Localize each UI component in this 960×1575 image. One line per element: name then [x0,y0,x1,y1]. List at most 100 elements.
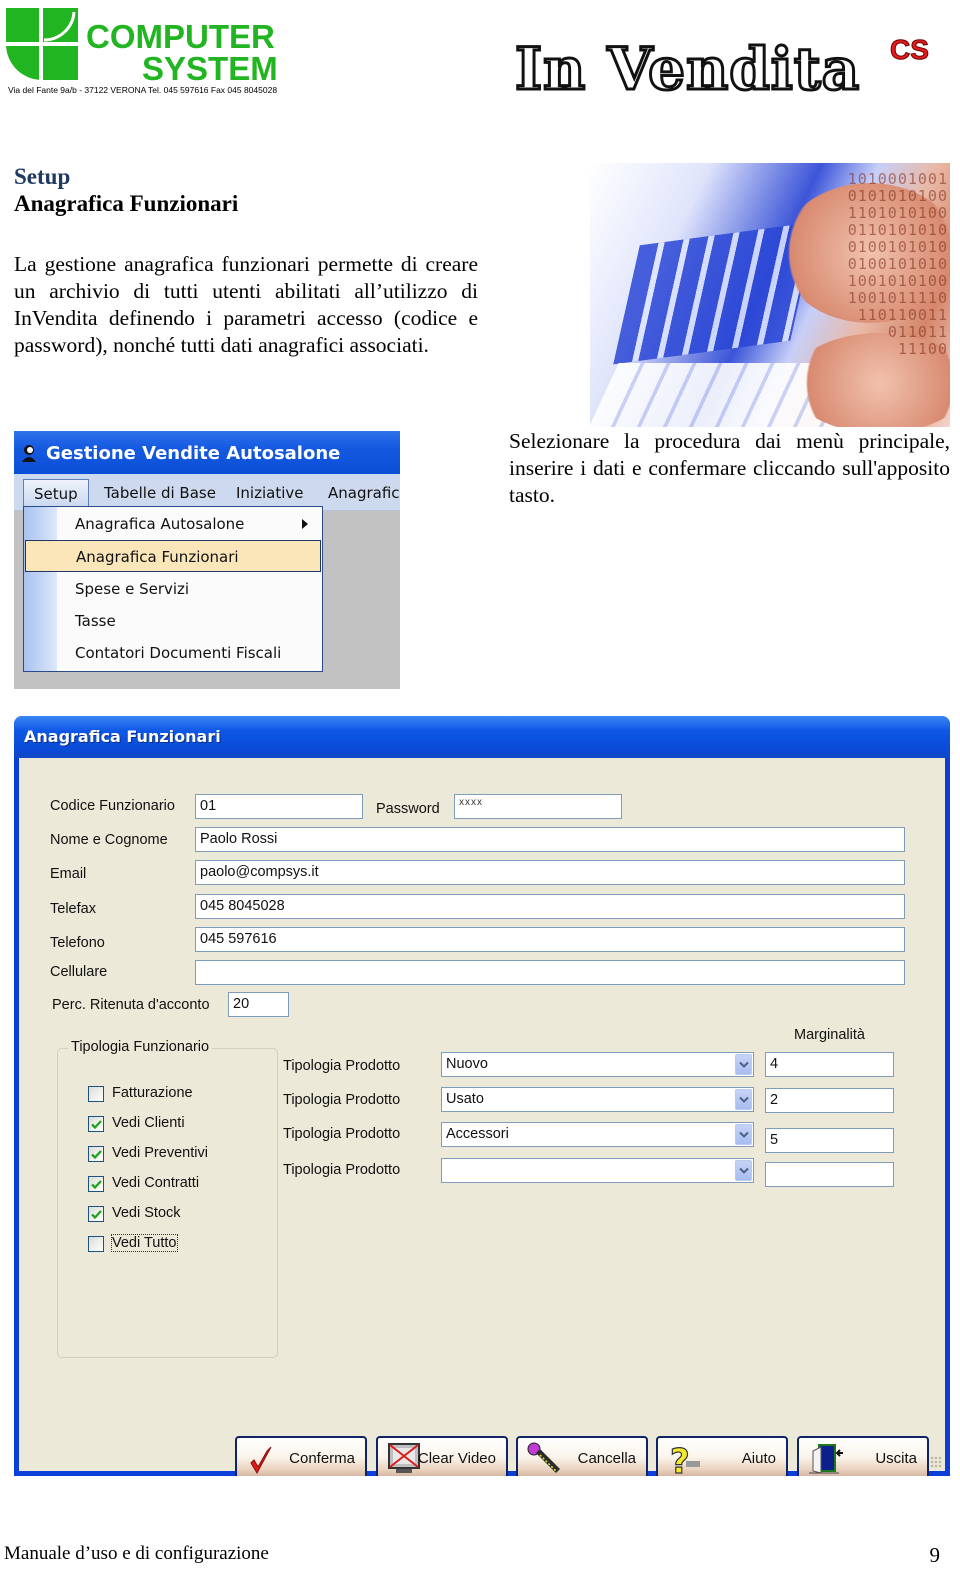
conferma-button[interactable]: Conferma [235,1436,367,1476]
tipologia-prodotto-label: Tipologia Prodotto [283,1058,401,1074]
menu-item-contatori-documenti-fiscali[interactable]: Contatori Documenti Fiscali [24,637,322,669]
menu-item-tasse[interactable]: Tasse [24,605,322,637]
help-icon: ? [669,1441,700,1476]
group-title: Tipologia Funzionario [68,1039,213,1055]
password-label: Password [376,801,440,817]
nome-input[interactable]: Paolo Rossi [195,827,905,852]
company-logo-mark-icon [6,8,78,80]
cancella-button[interactable]: Cancella [516,1436,648,1476]
page-title: Anagrafica Funzionari [14,191,239,216]
tipologia-prodotto-select[interactable]: Usato [441,1087,754,1112]
dialog-title: Anagrafica Funzionari [24,727,221,746]
tipologia-prodotto-select[interactable]: Accessori [441,1122,754,1147]
email-label: Email [50,866,87,882]
computer-system-logo: COMPUTER SYSTEM Via del Fante 9a/b - 371… [4,6,309,98]
nome-label: Nome e Cognome [50,832,168,848]
checkbox[interactable] [88,1206,104,1222]
company-address: Via del Fante 9a/b - 37122 VERONA Tel. 0… [8,85,278,95]
anagrafica-funzionari-dialog: Anagrafica Funzionari Codice Funzionario… [14,716,950,1476]
page-number: 9 [929,1543,941,1567]
setup-dropdown-menu: Anagrafica Autosalone Anagrafica Funzion… [23,506,323,672]
dropdown-button[interactable] [735,1089,752,1110]
menu-anagrafica[interactable]: Anagrafica [318,479,400,509]
checkmark-icon [91,1180,102,1190]
company-name-line2: SYSTEM [142,50,278,87]
ritenuta-input[interactable]: 20 [228,992,289,1017]
product-name: In Vendita [513,34,861,105]
uscita-button[interactable]: Uscita [797,1436,929,1476]
footer-title: Manuale d’uso e di configurazione [4,1543,269,1564]
checkbox[interactable] [88,1086,104,1102]
app-title: Gestione Vendite Autosalone [46,443,341,464]
button-label: Aiuto [741,1450,776,1467]
chevron-down-icon [739,1167,749,1174]
resize-grip[interactable] [930,1456,942,1468]
checkmark-icon [91,1120,102,1130]
marginalita-input[interactable]: 5 [765,1128,894,1153]
tipologia-prodotto-select[interactable] [441,1158,754,1183]
svg-text:?: ? [670,1442,690,1476]
checkbox[interactable] [88,1176,104,1192]
cellulare-input[interactable] [195,960,905,985]
menu-item-anagrafica-funzionari[interactable]: Anagrafica Funzionari [25,540,321,572]
select-value: Nuovo [446,1056,488,1072]
tipologia-prodotto-label: Tipologia Prodotto [283,1162,401,1178]
checkmark-icon [250,1446,272,1475]
select-value: Accessori [446,1126,509,1142]
button-label: Clear Video [417,1450,496,1467]
marginalita-input[interactable]: 4 [765,1052,894,1077]
dialog-titlebar: Anagrafica Funzionari [14,716,950,758]
product-superscript: CS [890,34,930,66]
checkbox[interactable] [88,1116,104,1132]
eraser-icon [527,1442,560,1473]
email-input[interactable]: paolo@compsys.it [195,860,905,885]
clear-screen-icon [388,1443,420,1473]
checkmark-icon [91,1210,102,1220]
chevron-down-icon [739,1061,749,1068]
exit-door-icon [809,1444,843,1474]
checkbox-label: Vedi Stock [112,1205,181,1221]
dropdown-button[interactable] [735,1054,752,1075]
telefax-label: Telefax [50,901,96,917]
marginalita-input[interactable] [765,1162,894,1187]
dropdown-button[interactable] [735,1160,752,1181]
app-user-icon [22,445,36,462]
dialog-body: Codice Funzionario 01 Password xxxx Nome… [19,758,945,1476]
menu-setup[interactable]: Setup [23,479,89,509]
button-label: Uscita [875,1450,917,1467]
app-titlebar: Gestione Vendite Autosalone [14,431,400,474]
button-label: Cancella [577,1450,636,1467]
codice-input[interactable]: 01 [195,794,363,819]
checkbox[interactable] [88,1236,104,1252]
checkbox-label: Fatturazione [112,1085,193,1101]
menu-tabelle-di-base[interactable]: Tabelle di Base [94,479,226,509]
checkbox-label: Vedi Clienti [112,1115,185,1131]
dropdown-button[interactable] [735,1124,752,1145]
telefax-input[interactable]: 045 8045028 [195,894,905,919]
instructions-paragraph: Selezionare la procedura dai menù princi… [509,429,950,507]
section-heading: Setup [14,164,71,189]
clear-video-button[interactable]: Clear Video [376,1436,508,1476]
password-input[interactable]: xxxx [454,794,622,819]
menu-item-anagrafica-autosalone[interactable]: Anagrafica Autosalone [24,508,322,540]
menu-iniziative[interactable]: Iniziative [226,479,314,509]
chevron-down-icon [739,1096,749,1103]
tipologia-prodotto-label: Tipologia Prodotto [283,1126,401,1142]
codice-label: Codice Funzionario [50,798,175,814]
chevron-down-icon [739,1131,749,1138]
aiuto-button[interactable]: ? Aiuto [656,1436,788,1476]
company-name-line1: COMPUTER [86,18,275,55]
tipologia-prodotto-label: Tipologia Prodotto [283,1092,401,1108]
checkbox[interactable] [88,1146,104,1162]
keyboard-photo: 1010001001 0101010100 1101010100 0110101010… [590,163,950,427]
telefono-input[interactable]: 045 597616 [195,927,905,952]
submenu-arrow-icon [302,519,308,529]
marginalita-header: Marginalità [794,1027,865,1043]
in-vendita-logo: In Vendita CS [513,34,945,105]
intro-paragraph: La gestione anagrafica funzionari permet… [14,252,478,357]
tipologia-prodotto-select[interactable]: Nuovo [441,1052,754,1077]
marginalita-input[interactable]: 2 [765,1088,894,1113]
menu-item-spese-e-servizi[interactable]: Spese e Servizi [24,573,322,605]
tipologia-funzionario-group: Tipologia Funzionario Fatturazione Vedi C… [57,1039,278,1358]
photo-binary-overlay: 1010001001 0101010100 1101010100 0110101010… [847,170,948,358]
